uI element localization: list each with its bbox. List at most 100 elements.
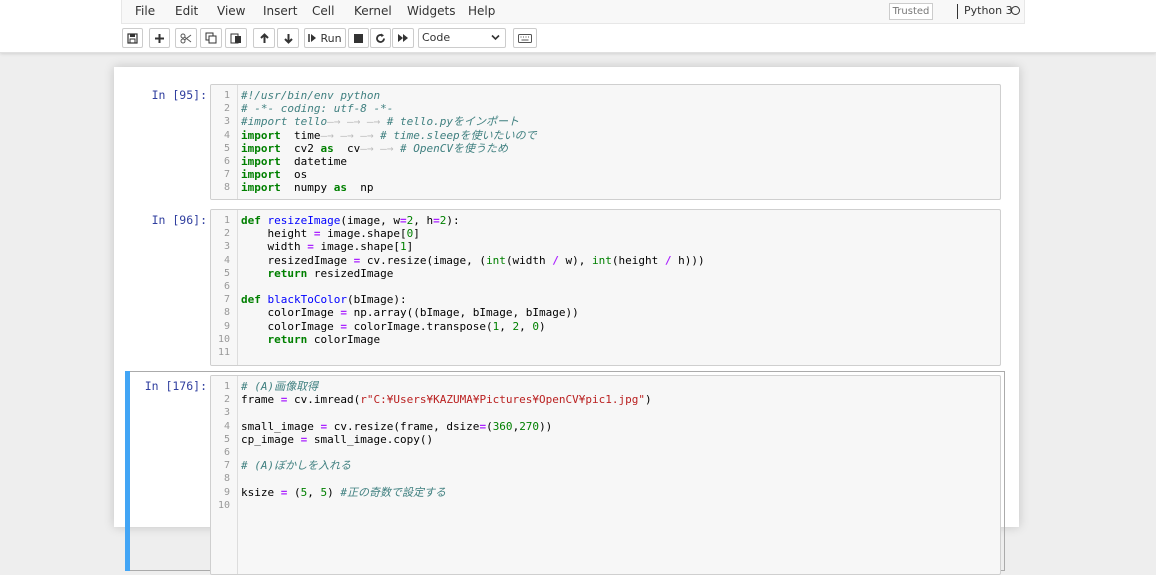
code-text: def resizeImage(image, w=2, h=2): <box>241 214 460 227</box>
arrow-down-icon <box>283 33 293 44</box>
code-editor[interactable]: 1 def resizeImage(image, w=2, h=2): 2 heig… <box>210 209 1001 366</box>
scissors-icon <box>180 33 192 43</box>
code-cell[interactable]: In [96]: 1 def resizeImage(image, w=2, h=… <box>114 209 1019 366</box>
kernel-idle-icon <box>1011 6 1020 15</box>
code-cell-selected[interactable]: In [176]: 1 # (A)画像取得 2 frame = cv.imread(r… <box>114 375 1019 575</box>
kernel-name[interactable]: Python 3 <box>964 4 1013 17</box>
input-prompt: In [176]: <box>144 379 207 393</box>
line-number: 1 <box>223 381 230 392</box>
code-text: frame = cv.imread(r"C:¥Users¥KAZUMA¥Pict… <box>241 393 652 407</box>
menu-kernel[interactable]: Kernel <box>354 4 392 18</box>
code-text: import numpy as np <box>241 181 374 195</box>
menu-edit[interactable]: Edit <box>175 4 198 18</box>
cell-type-select[interactable]: Code <box>418 28 506 48</box>
code-text: #!/usr/bin/env python <box>241 89 381 102</box>
code-editor[interactable]: 1 # (A)画像取得 2 frame = cv.imread(r"C:¥Users¥… <box>210 375 1001 575</box>
kernel-separator <box>957 4 958 19</box>
line-number: 10 <box>217 499 230 511</box>
code-text: # (A)画像取得 <box>241 380 319 393</box>
line-number: 9 <box>223 320 230 332</box>
line-number: 8 <box>223 307 230 319</box>
code-text: # (A)ぼかしを入れる <box>241 459 352 473</box>
input-prompt: In [96]: <box>151 213 207 227</box>
insert-cell-button[interactable] <box>149 28 170 48</box>
plus-icon <box>155 33 164 43</box>
code-text: import datetime <box>241 155 347 168</box>
line-number: 7 <box>223 169 230 181</box>
line-number: 5 <box>223 433 230 445</box>
line-number: 8 <box>223 473 230 485</box>
line-number: 4 <box>223 254 230 266</box>
restart-icon <box>376 33 385 43</box>
code-text: import cv2 as cv—→ —→ # OpenCVを使うため <box>241 141 508 155</box>
input-prompt: In [95]: <box>151 88 207 102</box>
stop-icon <box>354 33 363 43</box>
line-number: 3 <box>223 116 230 128</box>
line-number: 11 <box>217 347 230 358</box>
cell-type-value: Code <box>422 31 451 44</box>
run-label: Run <box>320 31 342 45</box>
line-number: 6 <box>223 447 230 458</box>
code-text: resizedImage = cv.resize(image, (int(wid… <box>241 253 705 267</box>
move-up-button[interactable] <box>253 28 275 48</box>
code-text: width = image.shape[1] <box>241 240 414 254</box>
move-down-button[interactable] <box>277 28 299 48</box>
code-text: #import tello—→ —→ —→ # tello.pyをインポート <box>241 115 519 129</box>
notebook-container: In [95]: 1 #!/usr/bin/env python 2 # -*- co… <box>114 67 1019 575</box>
code-text: small_image = cv.resize(frame, dsize=(36… <box>241 419 553 433</box>
command-palette-button[interactable] <box>513 28 537 48</box>
line-number: 3 <box>223 241 230 253</box>
code-text: # -*- coding: utf-8 -*- <box>241 102 394 116</box>
code-text: colorImage = np.array((bImage, bImage, b… <box>241 306 579 320</box>
code-text: import os <box>241 168 308 182</box>
line-number: 9 <box>223 486 230 498</box>
line-number: 1 <box>223 90 230 101</box>
code-text: cp_image = small_image.copy() <box>241 432 434 446</box>
keyboard-icon <box>518 33 532 43</box>
interrupt-button[interactable] <box>348 28 369 48</box>
paste-icon <box>230 33 241 44</box>
line-number: 1 <box>223 215 230 226</box>
line-number: 7 <box>223 294 230 306</box>
menu-file[interactable]: File <box>135 4 155 18</box>
code-text: ksize = (5, 5) #正の奇数で設定する <box>241 485 446 499</box>
code-text: def blackToColor(bImage): <box>241 293 407 307</box>
line-number: 10 <box>217 333 230 345</box>
chevron-down-icon <box>491 34 500 41</box>
step-forward-icon <box>308 34 317 42</box>
line-number: 3 <box>223 407 230 419</box>
run-button[interactable]: Run <box>304 28 346 48</box>
menu-insert[interactable]: Insert <box>263 4 297 18</box>
notebook-header: File Edit View Insert Cell Kernel Widget… <box>0 0 1156 53</box>
menu-help[interactable]: Help <box>468 4 495 18</box>
code-cell[interactable]: In [95]: 1 #!/usr/bin/env python 2 # -*- co… <box>114 84 1019 200</box>
code-editor[interactable]: 1 #!/usr/bin/env python 2 # -*- coding: utf… <box>210 84 1001 200</box>
save-icon <box>127 32 138 44</box>
line-number: 2 <box>223 103 230 115</box>
fast-forward-icon <box>398 34 408 42</box>
arrow-up-icon <box>259 32 269 43</box>
line-number: 7 <box>223 460 230 472</box>
copy-icon <box>205 32 217 44</box>
cut-button[interactable] <box>175 28 197 48</box>
line-number: 2 <box>223 228 230 240</box>
code-text: return colorImage <box>267 332 381 346</box>
menu-widgets[interactable]: Widgets <box>407 4 456 18</box>
line-number: 8 <box>223 182 230 194</box>
restart-run-all-button[interactable] <box>392 28 414 48</box>
paste-button[interactable] <box>225 28 247 48</box>
code-text: return resizedImage <box>267 266 394 280</box>
line-number: 6 <box>223 156 230 167</box>
menu-cell[interactable]: Cell <box>312 4 334 18</box>
restart-kernel-button[interactable] <box>370 28 391 48</box>
line-number: 6 <box>223 281 230 292</box>
menu-view[interactable]: View <box>217 4 245 18</box>
code-text: import time—→ —→ —→ # time.sleepを使いたいので <box>241 128 537 142</box>
trusted-badge[interactable]: Trusted <box>889 3 933 20</box>
copy-button[interactable] <box>200 28 222 48</box>
code-text: height = image.shape[0] <box>241 227 420 241</box>
code-text: colorImage = colorImage.transpose(1, 2, … <box>241 319 546 333</box>
save-button[interactable] <box>122 28 143 48</box>
line-number: 2 <box>223 394 230 406</box>
line-number: 4 <box>223 420 230 432</box>
